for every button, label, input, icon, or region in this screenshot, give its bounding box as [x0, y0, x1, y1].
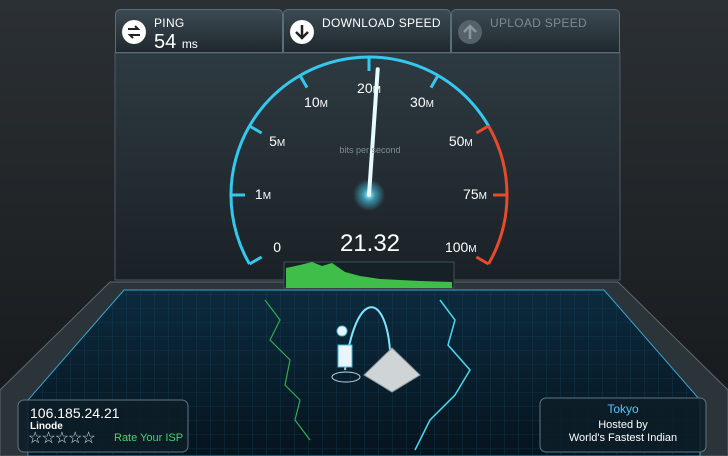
hosted-by-label: Hosted by: [598, 419, 648, 431]
gauge-units-label: bits per second: [339, 145, 401, 155]
ping-label: PING: [154, 16, 185, 30]
gauge-tick-label: 1M: [254, 186, 272, 202]
download-icon: [290, 20, 314, 44]
gauge-tick-label: 50M: [448, 133, 473, 149]
gauge-tick-label: 20M: [357, 80, 381, 96]
speed-reading: 21.32: [339, 230, 401, 257]
rating-stars[interactable]: ☆☆☆☆☆: [28, 428, 96, 448]
ping-icon: [122, 20, 146, 44]
tab-download[interactable]: DOWNLOAD SPEED: [283, 9, 451, 53]
gauge-tick-label: 30M: [410, 94, 434, 111]
server-host: World's Fastest Indian: [568, 432, 678, 444]
tab-ping[interactable]: PING 54 ms: [115, 9, 283, 53]
server-city: Tokyo: [607, 402, 639, 416]
upload-icon: [458, 20, 482, 44]
tab-bar: PING 54 ms DOWNLOAD SPEED UPLOAD SPEED: [115, 9, 620, 55]
gauge-tick-label: 5M: [269, 133, 286, 149]
gauge-tick-label: 0: [273, 239, 282, 255]
ping-value: 54 ms: [154, 31, 198, 53]
rate-isp-link[interactable]: Rate Your ISP: [114, 432, 183, 444]
speedtest-stage: [0, 0, 728, 456]
client-ip: 106.185.24.21: [30, 405, 120, 421]
gauge-tick-label: 100M: [444, 239, 477, 255]
gauge-tick-label: 75M: [463, 186, 487, 202]
tab-upload[interactable]: UPLOAD SPEED: [451, 9, 620, 53]
upload-label: UPLOAD SPEED: [490, 16, 587, 30]
download-label: DOWNLOAD SPEED: [322, 16, 441, 30]
gauge-tick-label: 10M: [304, 94, 328, 111]
